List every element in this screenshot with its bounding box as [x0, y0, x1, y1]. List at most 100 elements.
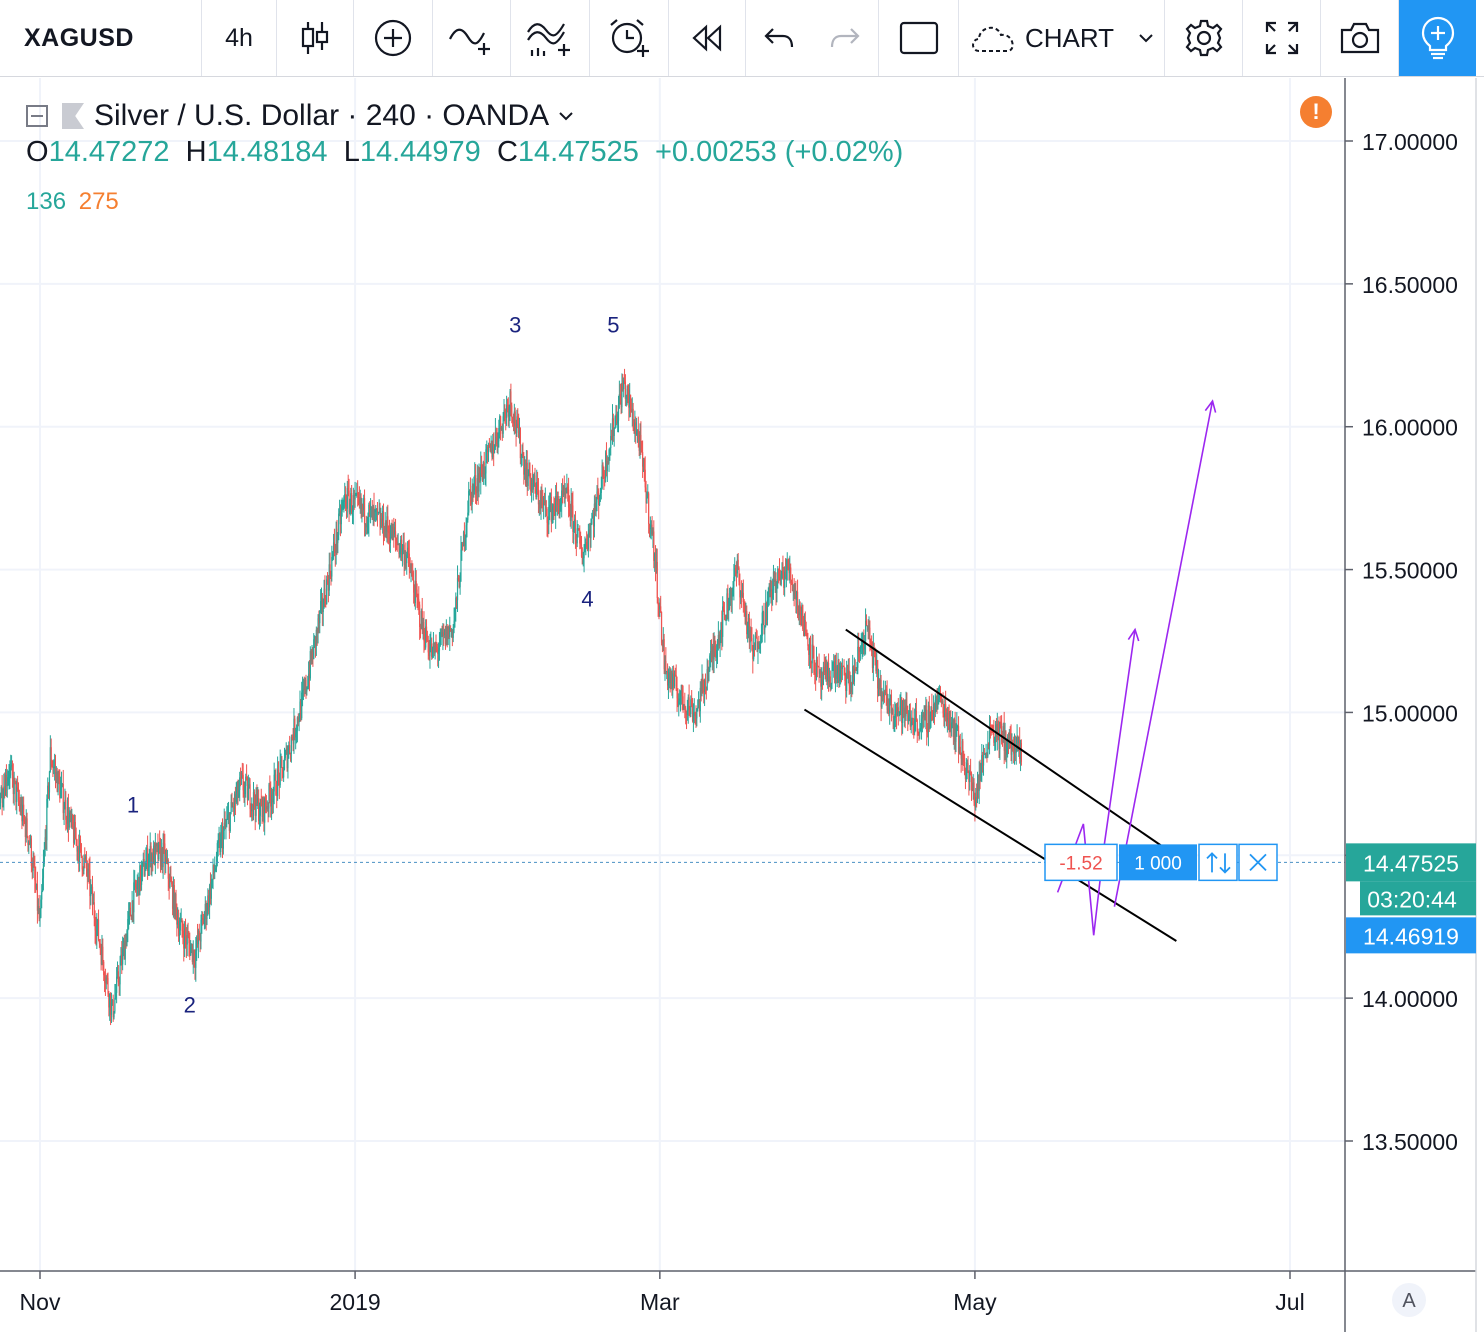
low-label: L — [343, 136, 360, 168]
candle-body — [613, 428, 615, 437]
indicators-button[interactable] — [433, 0, 511, 76]
y-tick-label: 16.50000 — [1362, 272, 1458, 298]
candle-body — [48, 771, 51, 793]
candle-body — [1020, 743, 1023, 762]
order-reverse-button[interactable] — [1198, 843, 1238, 882]
ohlc-values: O14.47272 H14.48184 L14.44979 C14.47525 … — [26, 136, 903, 169]
close-value: 14.47525 — [517, 136, 639, 168]
candle-body — [229, 812, 231, 831]
candle-body — [281, 759, 283, 768]
candle-body — [708, 670, 710, 681]
candle-body — [982, 754, 985, 766]
high-label: H — [185, 136, 207, 168]
candle-body — [646, 497, 648, 504]
symbol-button[interactable]: XAGUSD — [0, 0, 202, 76]
interval-button[interactable]: 4h — [202, 0, 277, 76]
candle-body — [63, 809, 65, 814]
settings-button[interactable] — [1165, 0, 1243, 76]
indicator-values: 136 275 — [26, 188, 119, 216]
candle-body — [80, 843, 82, 857]
y-tick-label: 13.50000 — [1362, 1129, 1458, 1155]
indicators-icon — [448, 28, 490, 55]
candle-body — [338, 513, 340, 535]
candle-body — [0, 797, 1, 807]
candles-icon — [301, 22, 329, 54]
ideas-button[interactable] — [1399, 0, 1476, 76]
candle-body — [26, 818, 28, 837]
layout-button[interactable]: CHART — [959, 0, 1165, 76]
undo-icon — [763, 28, 793, 48]
chevron-down-icon — [1139, 34, 1153, 43]
chevron-down-icon[interactable] — [559, 111, 573, 121]
redo-button[interactable] — [811, 0, 879, 76]
cloud-icon — [971, 26, 1014, 52]
auto-scale-label: A — [1402, 1290, 1416, 1312]
snapshot-button[interactable] — [1321, 0, 1399, 76]
rectangle-tool-button[interactable] — [879, 0, 959, 76]
candle-body — [511, 405, 513, 418]
candle-body — [865, 620, 868, 626]
open-label: O — [26, 136, 49, 168]
candle-body — [656, 561, 658, 598]
candle-body — [119, 965, 121, 985]
wave-label[interactable]: 2 — [184, 992, 196, 1017]
redo-icon — [830, 28, 860, 48]
legend-title[interactable]: Silver / U.S. Dollar · 240 · OANDA — [94, 99, 549, 133]
compare-button[interactable] — [354, 0, 433, 76]
lightbulb-icon — [1421, 16, 1454, 60]
open-value: 14.47272 — [48, 136, 170, 168]
legend-title-row: Silver / U.S. Dollar · 240 · OANDA — [26, 96, 573, 136]
candle-body — [660, 611, 663, 643]
templates-button[interactable] — [511, 0, 590, 76]
wave-label[interactable]: 1 — [127, 792, 139, 817]
candle-body — [247, 787, 249, 801]
order-quantity-label: 1 000 — [1134, 853, 1182, 874]
rewind-icon — [692, 24, 722, 52]
candle-body — [102, 946, 104, 962]
alert-button[interactable] — [590, 0, 669, 76]
wave-label[interactable]: 5 — [607, 312, 619, 337]
candle-body — [419, 604, 421, 627]
candle-body — [114, 997, 116, 1012]
collapse-icon[interactable] — [26, 105, 48, 127]
camera-icon — [1340, 22, 1379, 54]
low-value: 14.44979 — [359, 136, 481, 168]
candle-body — [843, 666, 845, 668]
alarm-clock-icon — [610, 19, 649, 57]
candle-body — [79, 839, 82, 844]
candle-body — [283, 769, 285, 778]
candle-body — [640, 434, 642, 442]
candle-body — [41, 891, 43, 900]
last-price-badge-label: 14.47525 — [1363, 850, 1459, 876]
candle-body — [116, 976, 118, 993]
templates-icon — [527, 23, 570, 56]
candle-body — [665, 660, 667, 672]
undo-button[interactable] — [746, 0, 811, 76]
wave-label[interactable]: 4 — [581, 587, 593, 612]
candle-body — [591, 518, 593, 524]
symbol-flag-icon — [62, 103, 84, 129]
fullscreen-button[interactable] — [1243, 0, 1321, 76]
candle-body — [97, 919, 100, 941]
chart-style-button[interactable] — [277, 0, 354, 76]
warning-badge[interactable]: ! — [1300, 96, 1332, 128]
replay-button[interactable] — [669, 0, 746, 76]
y-tick-label: 17.00000 — [1362, 129, 1458, 155]
candle-body — [527, 474, 529, 487]
candle-body — [790, 567, 792, 580]
symbol-label: XAGUSD — [24, 23, 134, 52]
y-tick-label: 15.50000 — [1362, 558, 1458, 584]
x-tick-label: Mar — [640, 1289, 680, 1315]
candle-body — [14, 778, 16, 782]
wave-label[interactable]: 3 — [509, 312, 521, 337]
gear-icon — [1185, 19, 1222, 57]
rectangle-icon — [899, 21, 938, 55]
top-toolbar: XAGUSD 4h CHART — [0, 0, 1484, 77]
price-chart[interactable]: 1 2 3 4 5 -1.52 1 000 17.00000 16.50000 16.00000… — [0, 76, 1484, 1332]
candle-body — [394, 531, 397, 538]
candle-body — [519, 427, 521, 459]
x-tick-label: May — [953, 1289, 997, 1315]
candle-body — [179, 922, 181, 931]
plus-circle-icon — [374, 19, 412, 57]
x-tick-label: Jul — [1275, 1289, 1304, 1315]
